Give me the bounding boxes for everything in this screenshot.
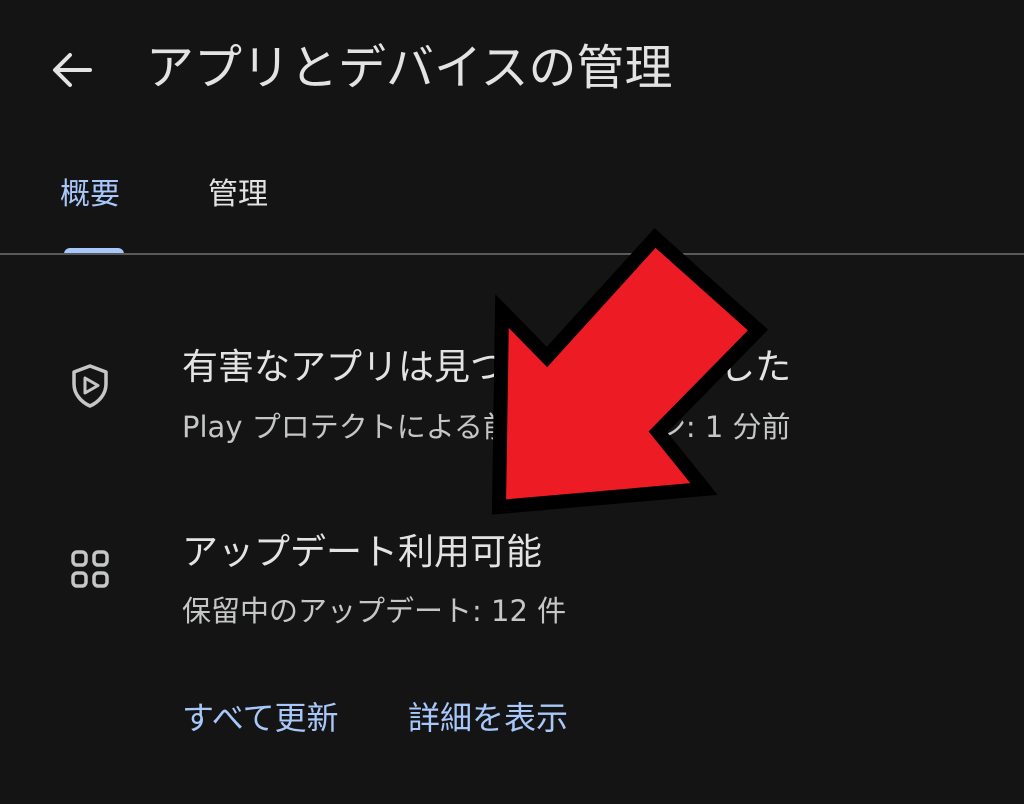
pending-updates-count: 保留中のアップデート: 12 件 <box>182 594 567 628</box>
play-protect-status-row[interactable]: 有害なアプリは見つかりませんでした Play プロテクトによる前回のスキャン: … <box>0 340 1024 460</box>
protect-last-scan: Play プロテクトによる前回のスキャン: 1 分前 <box>182 410 791 444</box>
tab-bar: 概要 管理 <box>0 160 1024 254</box>
tabs-divider <box>0 253 1024 255</box>
protect-status-title: 有害なアプリは見つかりませんでした <box>182 347 792 388</box>
shield-play-icon <box>72 364 108 408</box>
updates-available-row[interactable]: アップデート利用可能 保留中のアップデート: 12 件 <box>0 525 1024 635</box>
apps-grid-icon <box>71 550 109 588</box>
app-device-management-screen: アプリとデバイスの管理 概要 管理 有害なアプリは見つかりませんでした Play… <box>0 0 1024 804</box>
tab-overview[interactable]: 概要 <box>60 160 120 250</box>
page-title: アプリとデバイスの管理 <box>146 40 673 96</box>
back-button[interactable] <box>40 38 104 102</box>
tab-manage[interactable]: 管理 <box>208 160 268 250</box>
arrow-left-icon <box>53 53 92 87</box>
updates-title: アップデート利用可能 <box>182 532 543 573</box>
view-details-button[interactable]: 詳細を表示 <box>408 694 568 742</box>
update-all-button[interactable]: すべて更新 <box>182 694 338 742</box>
